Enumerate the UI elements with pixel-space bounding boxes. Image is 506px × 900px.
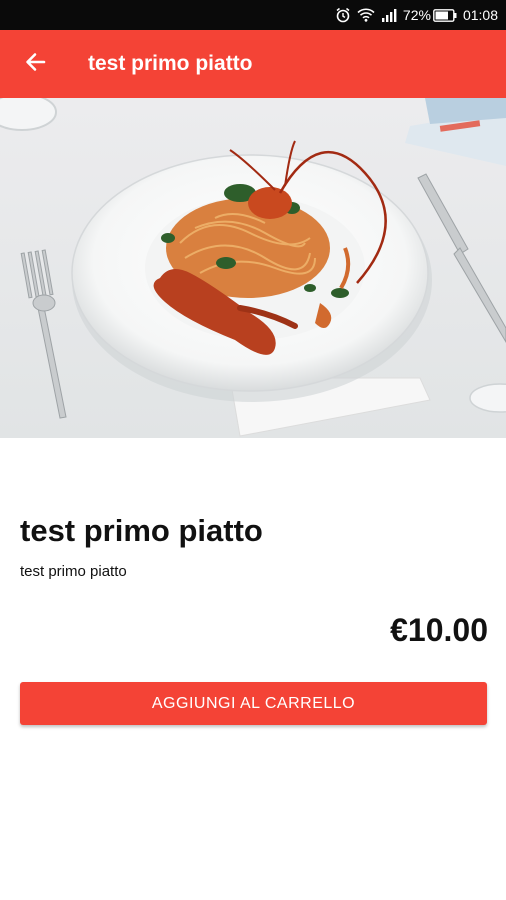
app-bar: test primo piatto — [0, 30, 506, 98]
arrow-left-icon — [24, 51, 46, 78]
clock: 01:08 — [462, 7, 498, 23]
status-bar: 72% 01:08 — [0, 0, 506, 30]
product-price: €10.00 — [390, 612, 488, 648]
signal-icon — [381, 8, 397, 22]
battery-icon — [433, 8, 457, 22]
battery-percent: 72% — [402, 7, 431, 23]
add-to-cart-button[interactable]: AGGIUNGI AL CARRELLO — [20, 682, 487, 725]
back-button[interactable] — [0, 30, 70, 98]
product-title: test primo piatto — [20, 513, 263, 548]
wifi-icon — [357, 8, 375, 22]
product-image — [0, 98, 506, 438]
page-title: test primo piatto — [88, 52, 253, 75]
alarm-icon — [335, 7, 351, 23]
product-description: test primo piatto — [20, 563, 127, 580]
